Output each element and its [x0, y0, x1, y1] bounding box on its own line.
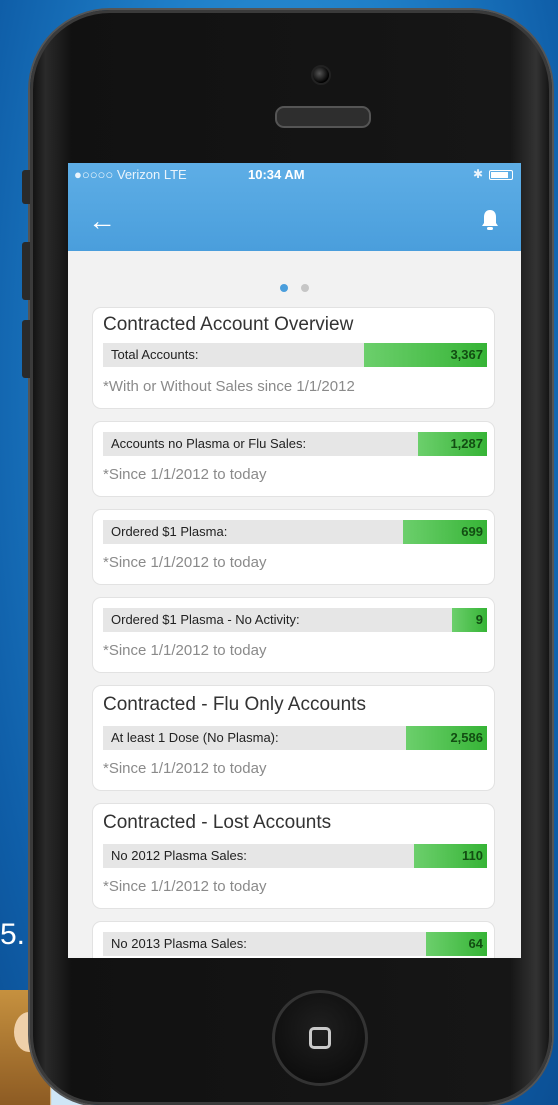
back-button[interactable]: ← [88, 207, 116, 235]
metric-row: Ordered $1 Plasma - No Activity: 9 [103, 608, 487, 632]
home-button[interactable] [272, 990, 368, 1086]
metric-value: 699 [461, 524, 483, 539]
card-flu-only-accounts[interactable]: Contracted - Flu Only Accounts At least … [92, 685, 495, 791]
card-title: Contracted - Flu Only Accounts [103, 694, 366, 715]
metric-value: 9 [475, 612, 483, 627]
page-dot-2[interactable] [300, 284, 309, 292]
home-square-icon [309, 1027, 331, 1049]
metric-bar: 64 [425, 932, 487, 956]
metric-bar: 9 [452, 608, 487, 632]
status-bar: ●○○○○ Verizon LTE 10:34 AM ✱ [74, 167, 515, 183]
card-accounts-no-sales[interactable]: Accounts no Plasma or Flu Sales: 1,287 *… [92, 421, 495, 497]
bell-icon [482, 210, 498, 230]
card-title: Contracted Account Overview [103, 314, 354, 335]
notifications-button[interactable] [481, 209, 499, 231]
battery-icon [489, 170, 513, 180]
page-dot-1[interactable] [280, 284, 289, 292]
metric-label: Ordered $1 Plasma - No Activity: [111, 612, 300, 627]
metric-row: Accounts no Plasma or Flu Sales: 1,287 [103, 432, 487, 456]
clock: 10:34 AM [248, 167, 305, 182]
metric-label: No 2013 Plasma Sales: [111, 936, 247, 951]
card-ordered-plasma-no-activity[interactable]: Ordered $1 Plasma - No Activity: 9 *Sinc… [92, 597, 495, 673]
metric-label: Total Accounts: [111, 347, 199, 362]
metric-value: 2,586 [450, 730, 483, 745]
card-note: *With or Without Sales since 1/1/2012 [103, 378, 355, 395]
front-camera-icon [311, 65, 331, 85]
card-title: Contracted - Lost Accounts [103, 812, 332, 833]
card-ordered-plasma[interactable]: Ordered $1 Plasma: 699 *Since 1/1/2012 t… [92, 509, 495, 585]
card-note: *Since 1/1/2012 to today [103, 760, 267, 777]
volume-up-button [22, 242, 30, 300]
metric-label: No 2012 Plasma Sales: [111, 848, 247, 863]
metric-value: 1,287 [450, 436, 483, 451]
metric-value: 64 [468, 936, 483, 951]
card-note: *Since 1/1/2012 to today [103, 878, 267, 895]
metric-value: 3,367 [450, 347, 483, 362]
metric-label: Ordered $1 Plasma: [111, 524, 228, 539]
bluetooth-icon: ✱ [472, 167, 483, 181]
metric-bar: 3,367 [364, 343, 487, 367]
card-contracted-account-overview[interactable]: Contracted Account Overview Total Accoun… [92, 307, 495, 409]
metric-row: Total Accounts: 3,367 [103, 343, 487, 367]
metric-label: At least 1 Dose (No Plasma): [111, 730, 279, 745]
volume-down-button [22, 320, 30, 378]
app-screen: ●○○○○ Verizon LTE 10:34 AM ✱ ← Contracte… [68, 163, 521, 958]
card-note: *Since 1/1/2012 to today [103, 642, 267, 659]
metric-row: No 2012 Plasma Sales: 110 [103, 844, 487, 868]
carrier-label: ●○○○○ Verizon LTE [74, 167, 187, 182]
metric-bar: 699 [402, 520, 487, 544]
metric-row: At least 1 Dose (No Plasma): 2,586 [103, 726, 487, 750]
mute-switch [22, 170, 30, 204]
metric-value: 110 [462, 848, 483, 863]
cropped-slide-text: 5. [0, 918, 26, 951]
metric-row: Ordered $1 Plasma: 699 [103, 520, 487, 544]
earpiece-speaker [275, 106, 371, 128]
metric-bar: 110 [414, 844, 487, 868]
card-note: *Since 1/1/2012 to today [103, 554, 267, 571]
page-indicator[interactable] [68, 279, 521, 297]
card-note: *Since 1/1/2012 to today [103, 466, 267, 483]
metric-label: Accounts no Plasma or Flu Sales: [111, 436, 307, 451]
card-lost-accounts[interactable]: Contracted - Lost Accounts No 2012 Plasm… [92, 803, 495, 909]
metric-row: No 2013 Plasma Sales: 64 [103, 932, 487, 956]
metric-bar: 2,586 [406, 726, 487, 750]
card-no-2013-plasma[interactable]: No 2013 Plasma Sales: 64 [92, 921, 495, 958]
metric-bar: 1,287 [417, 432, 487, 456]
arrow-left-icon: ← [88, 205, 116, 236]
app-header: ●○○○○ Verizon LTE 10:34 AM ✱ ← [68, 163, 521, 251]
